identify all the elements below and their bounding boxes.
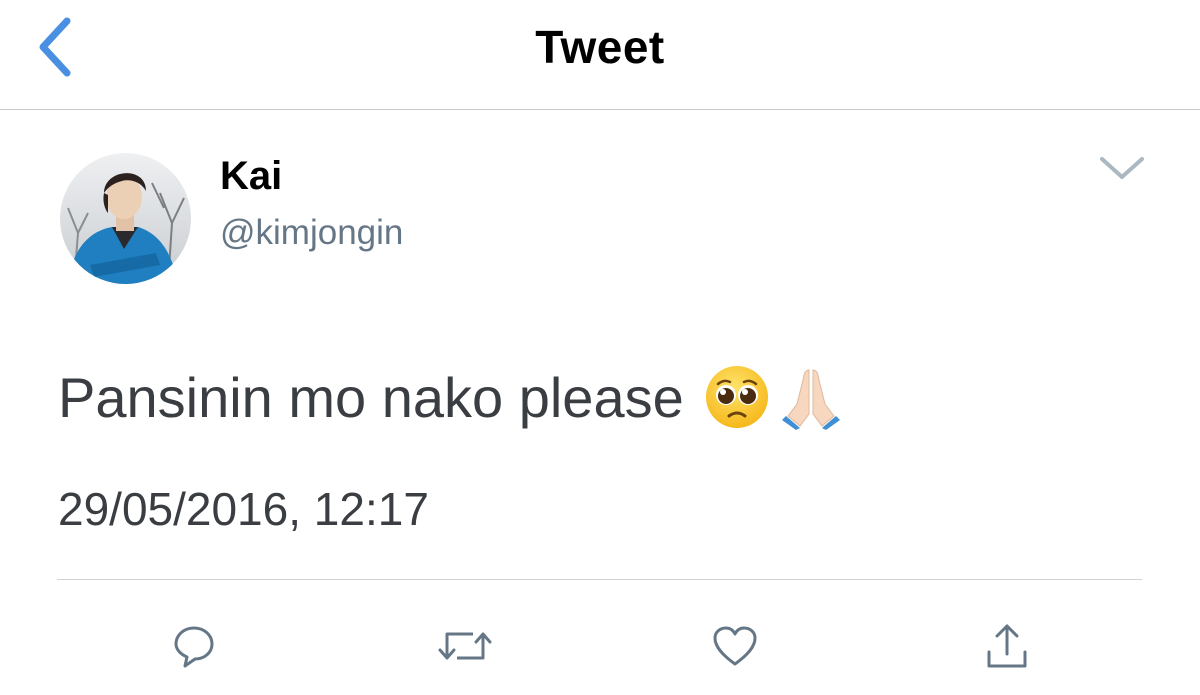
folded-hands-icon	[781, 369, 840, 430]
tweet-text: Pansinin mo nako please	[58, 365, 684, 429]
heart-icon	[713, 626, 757, 666]
author-handle[interactable]: @kimjongin	[220, 213, 403, 253]
speech-bubble-icon	[174, 626, 214, 668]
page-title: Tweet	[535, 21, 665, 73]
tweet-timestamp: 29/05/2016, 12:17	[58, 483, 429, 535]
navigation-header: Tweet	[0, 0, 1200, 110]
tweet-body: Pansinin mo nako please	[58, 362, 844, 432]
reply-button[interactable]	[164, 616, 224, 676]
author-name[interactable]: Kai	[220, 154, 282, 199]
retweet-arrows-icon	[438, 632, 492, 660]
avatar[interactable]	[60, 153, 191, 284]
share-button[interactable]	[977, 616, 1037, 676]
like-button[interactable]	[705, 616, 765, 676]
pleading-face-icon	[705, 366, 768, 428]
chevron-down-icon	[1100, 157, 1144, 179]
divider	[57, 579, 1142, 580]
retweet-button[interactable]	[435, 616, 495, 676]
tweet-menu-button[interactable]	[1094, 148, 1150, 188]
share-upload-icon	[987, 624, 1027, 668]
